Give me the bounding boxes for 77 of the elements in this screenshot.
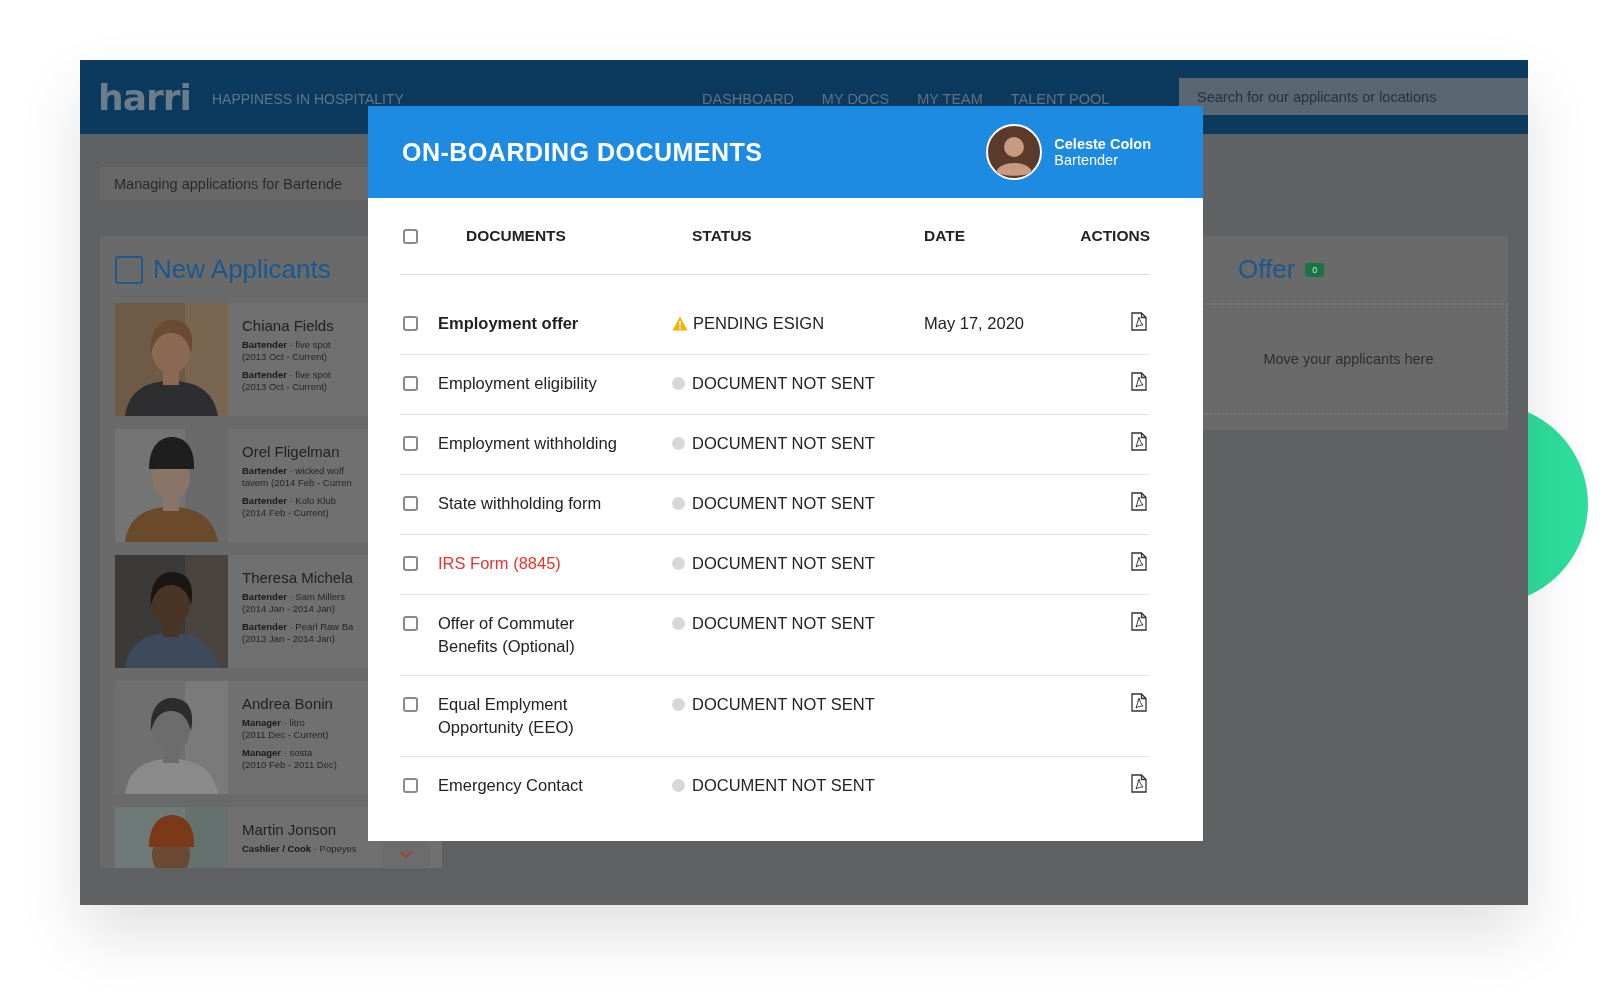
job-title: Manager · litro bbox=[242, 717, 306, 729]
pdf-icon[interactable] bbox=[1131, 492, 1147, 511]
chevron-icon bbox=[400, 851, 412, 859]
status-label: DOCUMENT NOT SENT bbox=[692, 694, 875, 715]
tagline: HAPPINESS IN HOSPITALITY bbox=[212, 91, 405, 107]
select-all-checkbox[interactable] bbox=[403, 228, 418, 244]
person-name: Celeste Colon bbox=[1054, 136, 1151, 152]
column-title: Offer bbox=[1238, 254, 1296, 285]
status-dot bbox=[672, 437, 685, 450]
column-header: ACTIONS bbox=[1080, 227, 1150, 245]
pdf-icon[interactable] bbox=[1131, 552, 1147, 571]
row-checkbox[interactable] bbox=[403, 556, 418, 571]
status-dot bbox=[672, 617, 685, 630]
job-dates: (2014 Jan - 2014 Jan) bbox=[242, 603, 336, 615]
applicant-name: Orel Fligelman bbox=[242, 443, 341, 460]
row-checkbox[interactable] bbox=[403, 436, 418, 451]
job-dates: (2013 Oct - Current) bbox=[242, 351, 328, 363]
row-checkbox[interactable] bbox=[403, 376, 418, 391]
avatar bbox=[986, 124, 1043, 180]
job-dates: (2013 Oct - Current) bbox=[242, 381, 328, 393]
pdf-icon[interactable] bbox=[1131, 774, 1147, 793]
job-title: Manager · sosta bbox=[242, 747, 314, 759]
person-role: Bartender bbox=[1054, 152, 1119, 168]
nav-link[interactable]: DASHBOARD bbox=[702, 91, 794, 107]
column-header: DATE bbox=[924, 227, 967, 245]
row-checkbox[interactable] bbox=[403, 616, 418, 631]
nav-link[interactable]: MY DOCS bbox=[821, 91, 890, 107]
job-title: Bartender · Pearl Raw Ba bbox=[242, 621, 355, 633]
applicant-name: Chiana Fields bbox=[242, 317, 335, 334]
job-title: Bartender · five spot bbox=[242, 339, 332, 351]
job-title: Bartender · wicked wolf bbox=[242, 465, 345, 477]
row-checkbox[interactable] bbox=[403, 316, 418, 331]
pdf-icon[interactable] bbox=[1131, 693, 1147, 712]
select-checkbox[interactable] bbox=[115, 255, 143, 284]
status-label: PENDING ESIGN bbox=[693, 313, 825, 334]
warning-icon bbox=[672, 316, 688, 331]
status-label: DOCUMENT NOT SENT bbox=[692, 775, 875, 796]
job-dates: (2011 Dec - Current) bbox=[242, 729, 330, 741]
job-title: Bartender · Sam Millers bbox=[242, 591, 346, 603]
status-label: DOCUMENT NOT SENT bbox=[692, 493, 875, 514]
row-checkbox[interactable] bbox=[403, 697, 418, 712]
job-dates: (2014 Feb - Current) bbox=[242, 507, 330, 519]
status-label: DOCUMENT NOT SENT bbox=[692, 553, 875, 574]
logo[interactable]: harri bbox=[98, 76, 212, 118]
status-label: DOCUMENT NOT SENT bbox=[692, 373, 875, 394]
nav-link[interactable]: MY TEAM bbox=[917, 91, 983, 107]
column-header: DOCUMENTS bbox=[465, 227, 567, 245]
job-title: Bartender · five spot bbox=[242, 369, 332, 381]
status-dot bbox=[672, 698, 685, 711]
row-checkbox[interactable] bbox=[403, 778, 418, 793]
job-dates: (2013 Jan - 2014 Jan) bbox=[242, 633, 336, 645]
document-date: May 17, 2020 bbox=[924, 314, 1024, 332]
status-label: DOCUMENT NOT SENT bbox=[692, 433, 875, 454]
status-label: DOCUMENT NOT SENT bbox=[692, 613, 875, 634]
pdf-icon[interactable] bbox=[1131, 312, 1147, 331]
dialog-title: ON-BOARDING DOCUMENTS bbox=[402, 137, 763, 167]
pdf-icon[interactable] bbox=[1131, 432, 1147, 451]
status-dot bbox=[672, 497, 685, 510]
status-dot bbox=[672, 557, 685, 570]
applicant-name: Andrea Bonin bbox=[242, 695, 334, 712]
status-dot bbox=[672, 779, 685, 792]
column-header: STATUS bbox=[691, 227, 753, 245]
job-dates: (2010 Feb - 2011 Dec) bbox=[242, 759, 338, 771]
column-title: New Applicants bbox=[153, 254, 331, 285]
count-badge: 0 bbox=[1305, 262, 1325, 277]
applicant-name: Martin Jonson bbox=[242, 821, 338, 838]
status-dot bbox=[672, 377, 685, 390]
job-dates: tavern (2014 Feb - Curren bbox=[242, 477, 353, 489]
drop-hint: Move your applicants here bbox=[1263, 351, 1434, 367]
job-title: Bartender · Kolo Klub bbox=[242, 495, 337, 507]
pdf-icon[interactable] bbox=[1131, 612, 1147, 631]
nav-link[interactable]: TALENT POOL bbox=[1010, 91, 1110, 107]
pdf-icon[interactable] bbox=[1131, 372, 1147, 391]
job-title: Cashlier / Cook · Popeyes bbox=[242, 843, 358, 855]
row-checkbox[interactable] bbox=[403, 496, 418, 511]
applicant-name: Theresa Michela bbox=[242, 569, 354, 586]
context-text: Managing applications for Bartende bbox=[114, 175, 343, 192]
